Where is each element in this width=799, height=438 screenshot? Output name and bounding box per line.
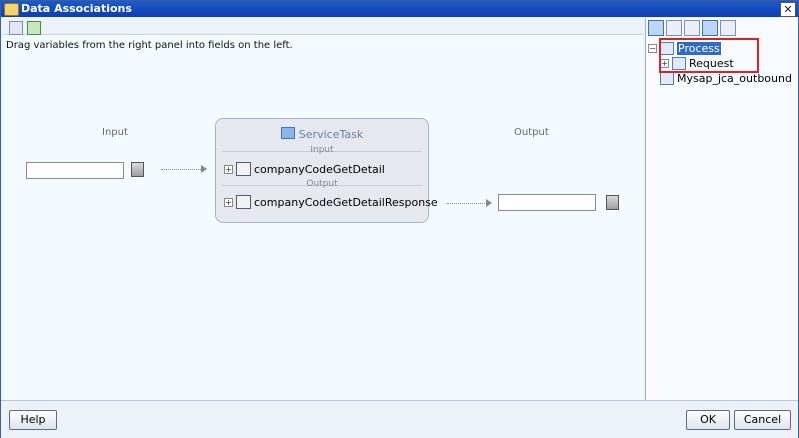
output-divider-label: Output [306,179,338,189]
service-output-item[interactable]: + companyCodeGetDetailResponse [224,195,438,209]
highlight-box [659,38,759,73]
cancel-button[interactable]: Cancel [734,410,791,430]
tree-item-label: Mysap_jca_outbound [677,72,792,85]
show-variables-icon[interactable] [648,20,664,36]
variables-panel: − Process + Request Mysap_jca_outbound [645,18,798,400]
input-connector [161,169,201,171]
service-input-label: companyCodeGetDetail [254,162,385,176]
input-label: Input [102,127,128,138]
output-connector [447,203,487,205]
show-data-objects-icon[interactable] [666,20,682,36]
expression-builder-icon[interactable] [27,21,41,35]
expression-icon[interactable] [131,162,144,177]
service-icon [660,72,674,85]
auto-map-icon[interactable] [9,21,23,35]
tree-item-mysap[interactable]: Mysap_jca_outbound [648,71,792,86]
variable-icon [236,162,251,176]
output-arrow-icon [486,199,492,207]
expand-icon[interactable]: + [224,164,233,174]
output-label: Output [514,127,549,138]
show-conversations-icon[interactable] [684,20,700,36]
title-bar: Data Associations ✕ [1,1,798,17]
input-divider-label: Input [310,145,334,155]
help-button[interactable]: Help [9,410,57,430]
variables-toolbar [648,20,736,38]
ok-button[interactable]: OK [686,410,730,430]
instruction-text: Drag variables from the right panel into… [6,40,293,51]
collapse-icon[interactable]: − [648,44,657,53]
variable-icon [236,195,251,209]
data-associations-dialog: Data Associations ✕ Drag variables from … [0,0,799,438]
output-field[interactable] [498,194,596,211]
expression-icon[interactable] [606,195,619,210]
dialog-icon [4,3,19,16]
close-button[interactable]: ✕ [780,2,796,17]
button-bar: Help OK Cancel [1,400,798,438]
left-toolbar [9,21,41,37]
expand-icon[interactable]: + [224,197,233,207]
input-field[interactable] [26,162,124,179]
service-output-label: companyCodeGetDetailResponse [254,195,438,209]
service-task-title: ServiceTask [216,127,428,141]
filter-icon[interactable] [702,20,718,36]
window-title: Data Associations [21,2,132,15]
service-task-label: ServiceTask [298,128,364,141]
service-task-icon [280,127,295,139]
service-input-item[interactable]: + companyCodeGetDetail [224,162,385,176]
service-task-box: ServiceTask Input + companyCodeGetDetail… [215,118,438,223]
input-arrow-icon [201,165,207,173]
collapse-all-icon[interactable] [720,20,736,36]
